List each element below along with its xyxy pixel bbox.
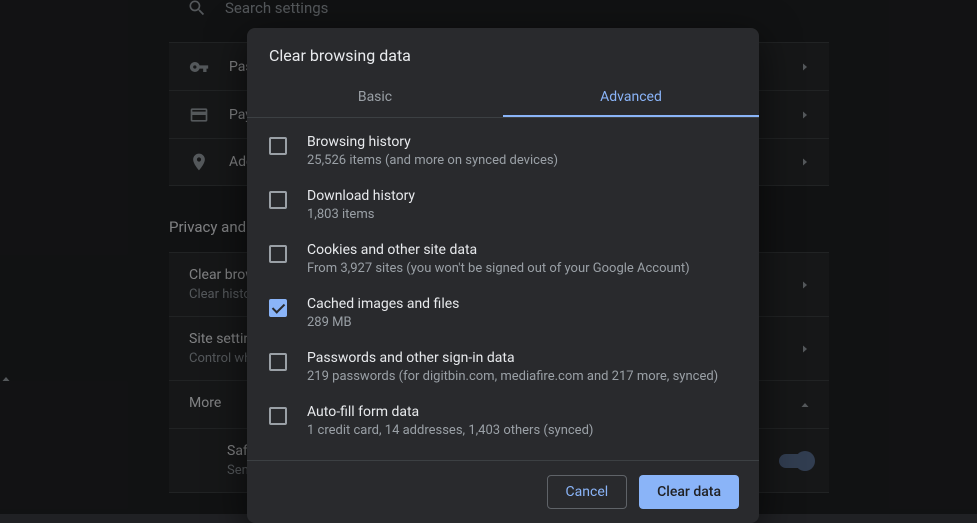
item-autofill[interactable]: Auto-fill form data 1 credit card, 14 ad… bbox=[247, 394, 759, 448]
checkbox[interactable] bbox=[269, 191, 287, 209]
clear-data-button[interactable]: Clear data bbox=[639, 475, 739, 509]
item-title: Auto-fill form data bbox=[307, 404, 593, 420]
item-title: Passwords and other sign-in data bbox=[307, 350, 718, 366]
clear-browsing-data-dialog: Clear browsing data Basic Advanced Brows… bbox=[247, 28, 759, 523]
item-subtitle: 25,526 items (and more on synced devices… bbox=[307, 153, 558, 168]
item-subtitle: 1 credit card, 14 addresses, 1,403 other… bbox=[307, 423, 593, 438]
dialog-items: Browsing history 25,526 items (and more … bbox=[247, 118, 759, 460]
checkbox[interactable] bbox=[269, 137, 287, 155]
item-subtitle: From 3,927 sites (you won't be signed ou… bbox=[307, 261, 690, 276]
cancel-button[interactable]: Cancel bbox=[547, 475, 628, 509]
checkbox[interactable] bbox=[269, 299, 287, 317]
item-passwords[interactable]: Passwords and other sign-in data 219 pas… bbox=[247, 340, 759, 394]
checkbox[interactable] bbox=[269, 407, 287, 425]
item-title: Browsing history bbox=[307, 134, 558, 150]
item-subtitle: 219 passwords (for digitbin.com, mediafi… bbox=[307, 369, 718, 384]
item-title: Cookies and other site data bbox=[307, 242, 690, 258]
item-title: Cached images and files bbox=[307, 296, 459, 312]
item-title: Download history bbox=[307, 188, 415, 204]
item-cached[interactable]: Cached images and files 289 MB bbox=[247, 286, 759, 340]
item-subtitle: 1,803 items bbox=[307, 207, 415, 222]
tab-advanced[interactable]: Advanced bbox=[503, 77, 759, 117]
item-download-history[interactable]: Download history 1,803 items bbox=[247, 178, 759, 232]
item-subtitle: 289 MB bbox=[307, 315, 459, 330]
item-cookies[interactable]: Cookies and other site data From 3,927 s… bbox=[247, 232, 759, 286]
dialog-title: Clear browsing data bbox=[247, 28, 759, 77]
checkbox[interactable] bbox=[269, 353, 287, 371]
item-browsing-history[interactable]: Browsing history 25,526 items (and more … bbox=[247, 124, 759, 178]
dialog-tabs: Basic Advanced bbox=[247, 77, 759, 117]
checkbox[interactable] bbox=[269, 245, 287, 263]
tab-basic[interactable]: Basic bbox=[247, 77, 503, 117]
